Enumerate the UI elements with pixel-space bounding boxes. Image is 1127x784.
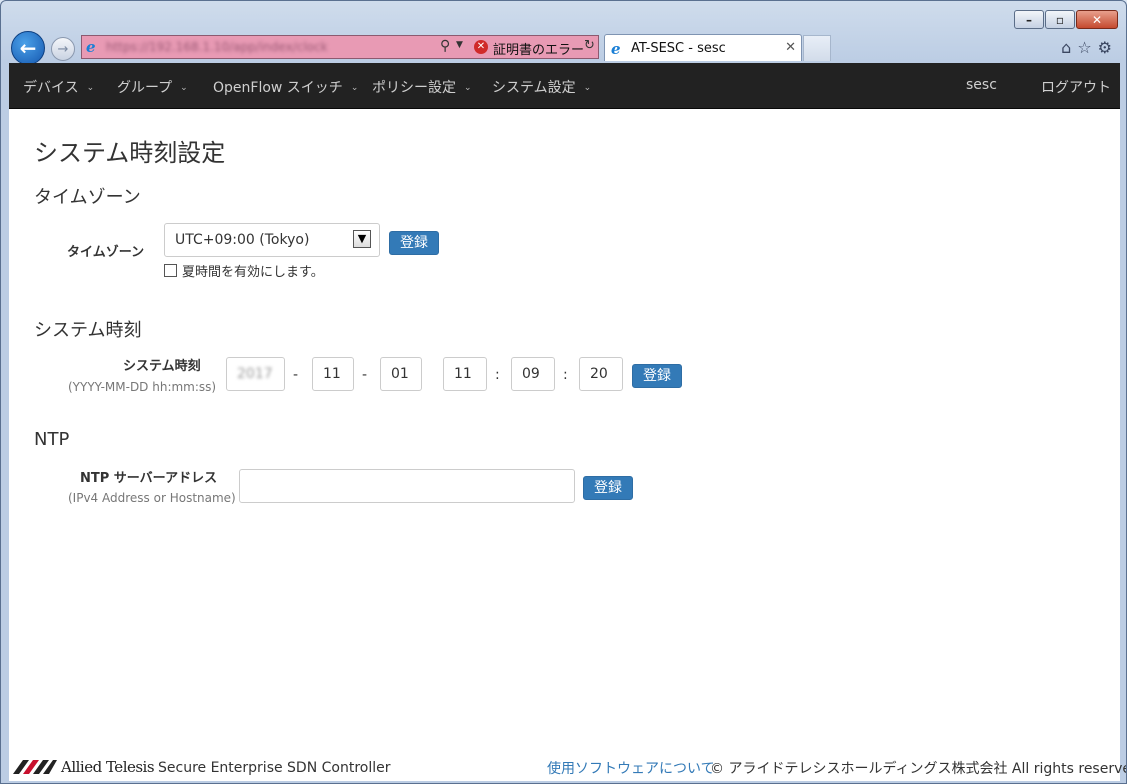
chevron-down-icon: ⌄ [583, 83, 592, 93]
year-input[interactable]: 2017 [226, 357, 285, 391]
star-icon[interactable]: ☆ [1077, 38, 1091, 57]
oss-link[interactable]: 使用ソフトウェアについて [547, 758, 715, 778]
date-separator: - [362, 367, 368, 383]
window-controls: – ▫ ✕ [1013, 10, 1118, 29]
nav-item-openflow-switch[interactable]: OpenFlow スイッチ ⌄ [213, 77, 358, 97]
cert-error-icon[interactable]: ✕ [474, 40, 488, 54]
ie-logo-icon: e [611, 40, 621, 58]
day-input[interactable]: 01 [380, 357, 422, 391]
nav-user[interactable]: sesc [966, 77, 997, 93]
back-button[interactable]: ← [11, 31, 45, 65]
allied-telesis-logo-icon [13, 760, 57, 774]
arrow-right-icon: → [57, 41, 69, 57]
dst-checkbox[interactable] [164, 264, 177, 277]
chevron-down-icon: ⌄ [464, 83, 472, 93]
tab-close-icon[interactable]: ✕ [785, 40, 796, 55]
close-button[interactable]: ✕ [1076, 10, 1118, 29]
nav-item-groups[interactable]: グループ ⌄ [117, 77, 188, 97]
gear-icon[interactable]: ⚙ [1098, 38, 1112, 57]
chevron-down-icon: ▼ [353, 230, 371, 248]
home-icon[interactable]: ⌂ [1061, 38, 1071, 57]
chevron-down-icon: ⌄ [350, 83, 359, 93]
section-heading-timezone: タイムゾーン [34, 187, 141, 208]
browser-tab[interactable]: e AT-SESC - sesc ✕ [604, 34, 802, 61]
new-tab-button[interactable] [803, 35, 831, 61]
copyright: © アライドテレシスホールディングス株式会社 All rights reserv… [710, 761, 1127, 777]
ntp-register-button[interactable]: 登録 [583, 476, 633, 500]
nav-item-system-settings[interactable]: システム設定 ⌄ [492, 77, 591, 97]
arrow-left-icon: ← [19, 36, 37, 60]
ntp-server-hint: (IPv4 Address or Hostname) [68, 491, 236, 505]
refresh-icon[interactable]: ↻ [584, 38, 595, 53]
address-bar[interactable]: e https://192.168.1.10/app/index/clock ⚲… [81, 35, 599, 59]
browser-toolbar-icons: ⌂ ☆ ⚙ [1061, 38, 1112, 57]
product-name: Secure Enterprise SDN Controller [158, 760, 391, 776]
browser-window: – ▫ ✕ ← → e https://192.168.1.10/app/ind… [0, 0, 1127, 784]
allied-telesis-logo: Allied Telesis [13, 758, 155, 776]
chevron-down-icon[interactable]: ▼ [456, 40, 463, 50]
timezone-register-button[interactable]: 登録 [389, 231, 439, 255]
minimize-button[interactable]: – [1014, 10, 1044, 29]
navbar: デバイス ⌄ グループ ⌄ OpenFlow スイッチ ⌄ ポリシー設定 ⌄ システム設… [9, 63, 1120, 109]
time-separator: : [563, 367, 568, 383]
logo-text: Allied Telesis [61, 758, 155, 776]
dst-checkbox-label: 夏時間を有効にします。 [182, 265, 324, 280]
tab-title: AT-SESC - sesc [631, 41, 726, 56]
footer: Allied Telesis Secure Enterprise SDN Con… [9, 753, 1126, 781]
ntp-server-input[interactable] [239, 469, 575, 503]
second-input[interactable]: 20 [579, 357, 623, 391]
ntp-server-label: NTP サーバーアドレス [80, 471, 218, 486]
page-title: システム時刻設定 [34, 139, 226, 167]
system-time-label: システム時刻 [123, 359, 201, 374]
system-time-register-button[interactable]: 登録 [632, 364, 682, 388]
cert-error-label[interactable]: 証明書のエラー [493, 39, 584, 58]
page-content: デバイス ⌄ グループ ⌄ OpenFlow スイッチ ⌄ ポリシー設定 ⌄ システム設… [9, 63, 1126, 781]
search-icon[interactable]: ⚲ [440, 38, 450, 54]
chevron-down-icon: ⌄ [180, 83, 188, 93]
logout-link[interactable]: ログアウト [1041, 77, 1111, 97]
address-url[interactable]: https://192.168.1.10/app/index/clock [106, 39, 436, 54]
timezone-label: タイムゾーン [67, 245, 145, 260]
section-heading-system-time: システム時刻 [34, 320, 142, 341]
hour-input[interactable]: 11 [443, 357, 487, 391]
time-separator: : [495, 367, 500, 383]
maximize-button[interactable]: ▫ [1045, 10, 1075, 29]
timezone-select[interactable]: UTC+09:00 (Tokyo) ▼ [164, 223, 380, 257]
nav-item-policy-settings[interactable]: ポリシー設定 ⌄ [372, 77, 472, 97]
date-separator: - [293, 367, 299, 383]
title-bar: – ▫ ✕ ← → e https://192.168.1.10/app/ind… [1, 1, 1126, 65]
chevron-down-icon: ⌄ [86, 83, 95, 93]
system-time-format-hint: (YYYY-MM-DD hh:mm:ss) [68, 380, 217, 394]
section-heading-ntp: NTP [34, 429, 70, 450]
timezone-selected-value: UTC+09:00 (Tokyo) [175, 232, 310, 248]
dst-checkbox-row[interactable]: 夏時間を有効にします。 [164, 261, 324, 280]
ie-logo-icon: e [86, 38, 96, 56]
forward-button[interactable]: → [51, 37, 75, 61]
nav-item-devices[interactable]: デバイス ⌄ [23, 77, 94, 97]
minute-input[interactable]: 09 [511, 357, 555, 391]
month-input[interactable]: 11 [312, 357, 354, 391]
